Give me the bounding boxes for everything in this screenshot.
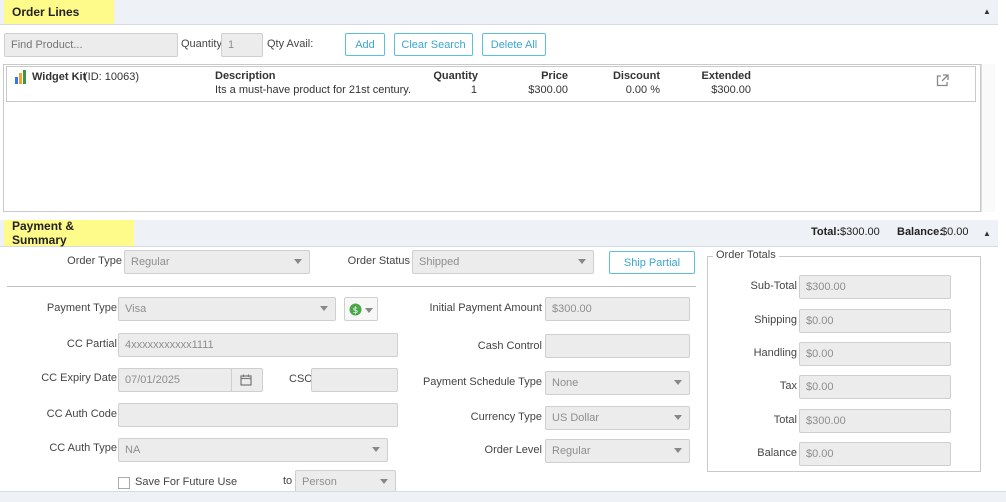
csc-input[interactable] bbox=[311, 368, 398, 392]
balance-field: $0.00 bbox=[799, 442, 951, 466]
find-product-input[interactable] bbox=[4, 33, 178, 57]
total-label: Total bbox=[773, 414, 797, 426]
tax-field: $0.00 bbox=[799, 375, 951, 399]
payment-type-label: Payment Type bbox=[46, 302, 117, 314]
cc-expiry-label: CC Expiry Date bbox=[41, 372, 117, 384]
order-lines-collapse-icon[interactable]: ▲ bbox=[983, 7, 991, 16]
bottom-scroll-edge bbox=[0, 491, 1006, 502]
add-button[interactable]: Add bbox=[345, 33, 385, 56]
quantity-header: Quantity bbox=[433, 70, 478, 82]
summary-balance-value: $0.00 bbox=[941, 226, 969, 238]
shipping-field: $0.00 bbox=[799, 309, 951, 333]
extended-header: Extended bbox=[701, 70, 751, 82]
currency-type-value: US Dollar bbox=[552, 412, 600, 424]
product-name[interactable]: Widget Kit bbox=[32, 71, 86, 83]
summary-total-label: Total: bbox=[811, 226, 841, 238]
svg-text:$: $ bbox=[353, 306, 359, 316]
order-type-label: Order Type bbox=[67, 255, 122, 267]
delete-all-button[interactable]: Delete All bbox=[482, 33, 546, 56]
ship-partial-button[interactable]: Ship Partial bbox=[609, 251, 695, 274]
discount-cell: 0.00 % bbox=[625, 84, 660, 96]
cc-auth-code-label: CC Auth Code bbox=[46, 408, 117, 420]
initial-payment-field: $300.00 bbox=[545, 297, 690, 321]
cash-control-input[interactable] bbox=[545, 334, 690, 358]
table-row[interactable] bbox=[6, 66, 976, 102]
payment-summary-collapse-icon[interactable]: ▲ bbox=[983, 229, 991, 238]
save-future-label: Save For Future Use bbox=[135, 476, 238, 488]
handling-field: $0.00 bbox=[799, 342, 951, 366]
order-type-select[interactable]: Regular bbox=[124, 250, 310, 274]
currency-picker[interactable]: $ bbox=[344, 297, 378, 321]
description-cell: Its a must-have product for 21st century… bbox=[215, 84, 412, 96]
scrollbar-track[interactable] bbox=[981, 64, 995, 212]
cc-partial-field: 4xxxxxxxxxxx1111 bbox=[118, 333, 398, 357]
qty-avail-label: Qty Avail: bbox=[267, 38, 314, 50]
order-type-value: Regular bbox=[131, 256, 170, 268]
cc-auth-code-input[interactable] bbox=[118, 403, 398, 427]
payment-schedule-select[interactable]: None bbox=[545, 371, 690, 395]
tax-label: Tax bbox=[779, 380, 797, 392]
order-lines-title: Order Lines bbox=[4, 0, 114, 24]
order-status-select[interactable]: Shipped bbox=[412, 250, 594, 274]
order-totals-title: Order Totals bbox=[713, 249, 779, 261]
order-level-select[interactable]: Regular bbox=[545, 439, 690, 463]
cc-auth-type-value: NA bbox=[125, 444, 141, 456]
cc-expiry-value: 07/01/2025 bbox=[125, 374, 181, 386]
payment-type-value: Visa bbox=[125, 303, 147, 315]
subtotal-label: Sub-Total bbox=[750, 280, 797, 292]
currency-type-label: Currency Type bbox=[470, 411, 542, 423]
payment-summary-title: Payment & Summary bbox=[4, 219, 134, 247]
price-header: Price bbox=[541, 70, 568, 82]
order-level-value: Regular bbox=[552, 445, 591, 457]
dollar-circle-icon: $ bbox=[349, 303, 362, 316]
payment-schedule-label: Payment Schedule Type bbox=[422, 376, 542, 388]
product-id: (ID: 10063) bbox=[84, 71, 140, 83]
order-level-label: Order Level bbox=[484, 444, 542, 456]
to-label: to bbox=[283, 475, 293, 487]
extended-cell: $300.00 bbox=[711, 84, 751, 96]
summary-total-value: $300.00 bbox=[840, 226, 880, 238]
initial-payment-label: Initial Payment Amount bbox=[429, 302, 542, 314]
cc-auth-type-select[interactable]: NA bbox=[118, 438, 388, 462]
currency-type-select[interactable]: US Dollar bbox=[545, 406, 690, 430]
order-status-value: Shipped bbox=[419, 256, 460, 268]
discount-header: Discount bbox=[612, 70, 660, 82]
save-future-checkbox[interactable] bbox=[118, 477, 130, 489]
summary-balance-label: Balance: bbox=[897, 226, 943, 238]
bar-chart-icon bbox=[15, 70, 26, 84]
clear-search-button[interactable]: Clear Search bbox=[394, 33, 473, 56]
quantity-input[interactable]: 1 bbox=[221, 33, 263, 57]
csc-label: CSC bbox=[289, 373, 313, 385]
order-lines-header bbox=[0, 0, 998, 25]
to-value: Person bbox=[302, 476, 337, 488]
cash-control-label: Cash Control bbox=[477, 340, 542, 352]
description-header: Description bbox=[215, 70, 276, 82]
calendar-icon[interactable] bbox=[240, 374, 252, 386]
divider bbox=[7, 286, 696, 287]
handling-label: Handling bbox=[753, 347, 797, 359]
total-field: $300.00 bbox=[799, 409, 951, 433]
payment-schedule-value: None bbox=[552, 377, 579, 389]
shipping-label: Shipping bbox=[754, 314, 797, 326]
balance-label: Balance bbox=[757, 447, 797, 459]
order-status-label: Order Status bbox=[347, 255, 410, 267]
subtotal-field: $300.00 bbox=[799, 275, 951, 299]
calendar-divider bbox=[231, 369, 232, 391]
external-link-icon[interactable] bbox=[936, 74, 949, 87]
quantity-cell: 1 bbox=[470, 84, 477, 96]
payment-type-select[interactable]: Visa bbox=[118, 297, 336, 321]
cc-partial-label: CC Partial bbox=[66, 338, 117, 350]
cc-auth-type-label: CC Auth Type bbox=[49, 442, 117, 454]
quantity-label: Quantity bbox=[181, 38, 222, 50]
price-cell: $300.00 bbox=[528, 84, 568, 96]
